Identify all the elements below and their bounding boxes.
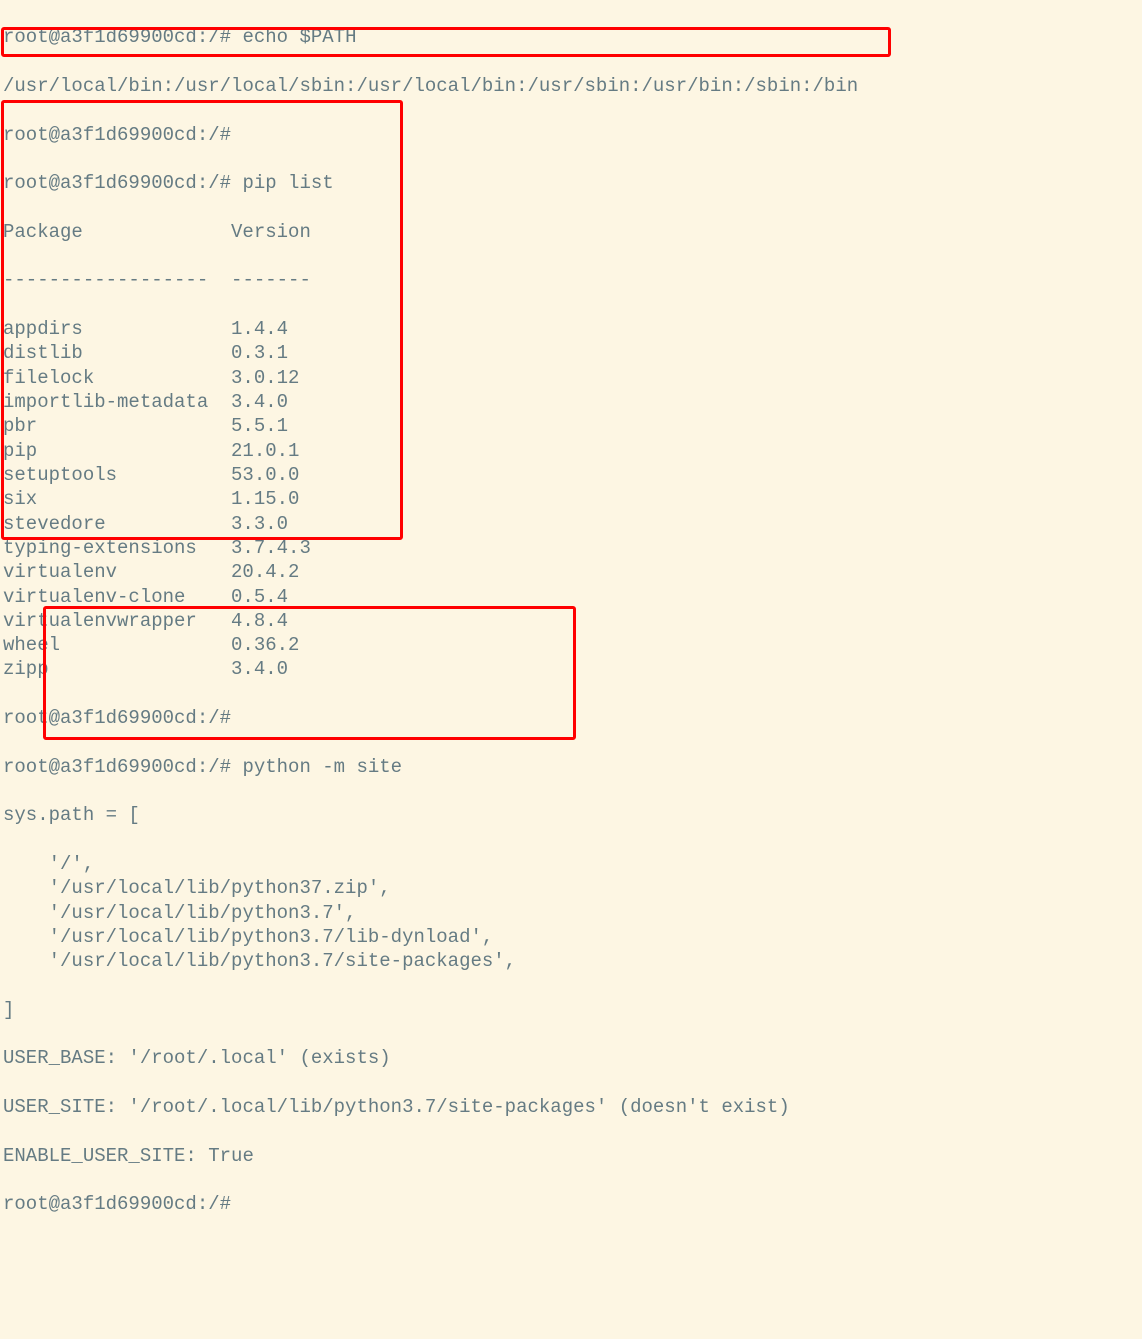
prompt-line: root@a3f1d69900cd:/# [3, 123, 1139, 147]
pip-package: distlib [3, 341, 231, 365]
site-path: '/usr/local/lib/python3.7/site-packages'… [3, 949, 1139, 973]
site-path: '/', [3, 852, 1139, 876]
cmd-line: root@a3f1d69900cd:/# python -m site [3, 755, 1139, 779]
pip-package: virtualenv [3, 560, 231, 584]
pip-list-rows: appdirs1.4.4distlib0.3.1filelock3.0.12im… [3, 317, 1139, 682]
pip-version: 3.4.0 [231, 391, 288, 413]
user-base: USER_BASE: '/root/.local' (exists) [3, 1046, 1139, 1070]
pip-version: 0.36.2 [231, 634, 299, 656]
pip-row: virtualenv20.4.2 [3, 560, 1139, 584]
pip-row: zipp3.4.0 [3, 657, 1139, 681]
prompt-line: root@a3f1d69900cd:/# [3, 1192, 1139, 1216]
pip-version: 3.0.12 [231, 367, 299, 389]
pip-package: virtualenv-clone [3, 585, 231, 609]
site-close: ] [3, 998, 1139, 1022]
pip-version: 3.3.0 [231, 513, 288, 535]
pip-version: 0.5.4 [231, 586, 288, 608]
pip-version: 0.3.1 [231, 342, 288, 364]
pip-version: 20.4.2 [231, 561, 299, 583]
site-path: '/usr/local/lib/python3.7', [3, 901, 1139, 925]
site-paths: '/', '/usr/local/lib/python37.zip', '/us… [3, 852, 1139, 974]
site-header: sys.path = [ [3, 803, 1139, 827]
pip-row: typing-extensions3.7.4.3 [3, 536, 1139, 560]
pip-row: wheel0.36.2 [3, 633, 1139, 657]
command-text: pip list [242, 172, 333, 194]
prompt-line: root@a3f1d69900cd:/# [3, 706, 1139, 730]
terminal-output[interactable]: root@a3f1d69900cd:/# echo $PATH /usr/loc… [0, 0, 1142, 1339]
pip-package: six [3, 487, 231, 511]
pip-version: 3.4.0 [231, 658, 288, 680]
pip-version: 21.0.1 [231, 440, 299, 462]
path-output: /usr/local/bin:/usr/local/sbin:/usr/loca… [3, 74, 1139, 98]
pip-package: pbr [3, 414, 231, 438]
pip-row: filelock3.0.12 [3, 366, 1139, 390]
pip-package: zipp [3, 657, 231, 681]
site-path: '/usr/local/lib/python3.7/lib-dynload', [3, 925, 1139, 949]
user-site: USER_SITE: '/root/.local/lib/python3.7/s… [3, 1095, 1139, 1119]
pip-version: 1.4.4 [231, 318, 288, 340]
cmd-line: root@a3f1d69900cd:/# pip list [3, 171, 1139, 195]
pip-row: distlib0.3.1 [3, 341, 1139, 365]
pip-row: stevedore3.3.0 [3, 512, 1139, 536]
pip-divider: ------------------ ------- [3, 268, 1139, 292]
pip-package: typing-extensions [3, 536, 231, 560]
pip-package: filelock [3, 366, 231, 390]
pip-package: stevedore [3, 512, 231, 536]
site-path: '/usr/local/lib/python37.zip', [3, 876, 1139, 900]
pip-package: appdirs [3, 317, 231, 341]
pip-header: PackageVersion [3, 220, 1139, 244]
enable-user-site: ENABLE_USER_SITE: True [3, 1144, 1139, 1168]
pip-row: virtualenvwrapper4.8.4 [3, 609, 1139, 633]
prompt: root@a3f1d69900cd:/# [3, 26, 231, 48]
pip-row: pbr5.5.1 [3, 414, 1139, 438]
pip-row: setuptools53.0.0 [3, 463, 1139, 487]
pip-package: wheel [3, 633, 231, 657]
pip-version: 1.15.0 [231, 488, 299, 510]
command-text: echo $PATH [242, 26, 356, 48]
pip-package: pip [3, 439, 231, 463]
pip-row: six1.15.0 [3, 487, 1139, 511]
command-text: python -m site [242, 756, 402, 778]
cmd-line: root@a3f1d69900cd:/# echo $PATH [3, 25, 1139, 49]
prompt: root@a3f1d69900cd:/# [3, 756, 231, 778]
pip-row: appdirs1.4.4 [3, 317, 1139, 341]
pip-version: 53.0.0 [231, 464, 299, 486]
pip-row: importlib-metadata3.4.0 [3, 390, 1139, 414]
pip-row: pip21.0.1 [3, 439, 1139, 463]
pip-package: setuptools [3, 463, 231, 487]
pip-version: 3.7.4.3 [231, 537, 311, 559]
pip-package: virtualenvwrapper [3, 609, 231, 633]
pip-version: 4.8.4 [231, 610, 288, 632]
pip-package: importlib-metadata [3, 390, 231, 414]
pip-row: virtualenv-clone0.5.4 [3, 585, 1139, 609]
prompt: root@a3f1d69900cd:/# [3, 172, 231, 194]
pip-version: 5.5.1 [231, 415, 288, 437]
